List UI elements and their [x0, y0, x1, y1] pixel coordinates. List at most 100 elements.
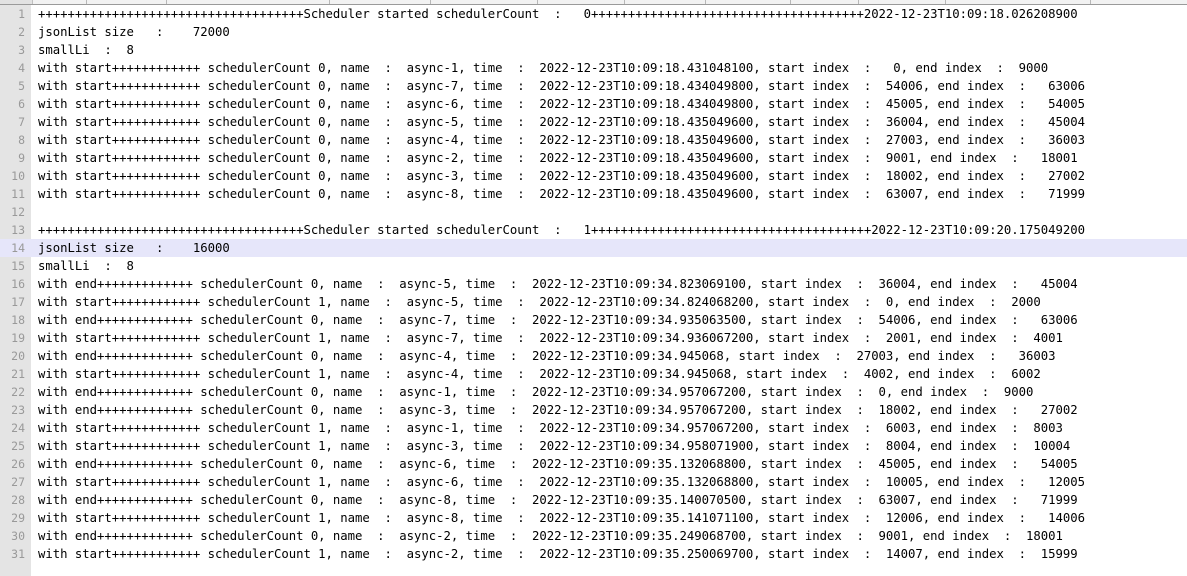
log-line-text: ++++++++++++++++++++++++++++++++++++Sche…	[38, 7, 1078, 21]
line-number: 2	[18, 25, 25, 39]
line-number: 29	[11, 511, 25, 525]
log-line[interactable]: 28 with end+++++++++++++ schedulerCount 0…	[0, 491, 1187, 509]
log-line-text: with end+++++++++++++ schedulerCount 0, …	[38, 313, 1078, 327]
line-number: 17	[11, 295, 25, 309]
line-number: 15	[11, 259, 25, 273]
line-number: 1	[18, 7, 25, 21]
log-line-text: with start++++++++++++ schedulerCount 1,…	[38, 547, 1078, 561]
line-number: 30	[11, 529, 25, 543]
log-line-text: with start++++++++++++ schedulerCount 1,…	[38, 511, 1086, 525]
toolbar-separator	[86, 0, 87, 4]
log-line[interactable]: 7 with start++++++++++++ schedulerCount 0…	[0, 113, 1187, 131]
log-line[interactable]: 16 with end+++++++++++++ schedulerCount 0…	[0, 275, 1187, 293]
log-line[interactable]: 24 with start++++++++++++ schedulerCount …	[0, 419, 1187, 437]
line-number: 21	[11, 367, 25, 381]
log-line[interactable]: 9 with start++++++++++++ schedulerCount 0…	[0, 149, 1187, 167]
toolbar-separator	[705, 0, 706, 4]
log-line[interactable]: 10 with start++++++++++++ schedulerCount …	[0, 167, 1187, 185]
line-number: 22	[11, 385, 25, 399]
log-line[interactable]: 4 with start++++++++++++ schedulerCount 0…	[0, 59, 1187, 77]
line-number: 20	[11, 349, 25, 363]
toolbar-separator	[329, 0, 330, 4]
log-line-text: with start++++++++++++ schedulerCount 0,…	[38, 169, 1086, 183]
line-number: 12	[11, 205, 25, 219]
log-line[interactable]: 15 smallLi : 8	[0, 257, 1187, 275]
line-number: 27	[11, 475, 25, 489]
log-line-text: with start++++++++++++ schedulerCount 1,…	[38, 331, 1063, 345]
line-number: 3	[18, 43, 25, 57]
log-line-text: with end+++++++++++++ schedulerCount 0, …	[38, 403, 1078, 417]
log-line[interactable]: 31 with start++++++++++++ schedulerCount …	[0, 545, 1187, 563]
line-number: 23	[11, 403, 25, 417]
log-line[interactable]: 30 with end+++++++++++++ schedulerCount 0…	[0, 527, 1187, 545]
log-line-text: with start++++++++++++ schedulerCount 0,…	[38, 151, 1078, 165]
log-line[interactable]: 17 with start++++++++++++ schedulerCount …	[0, 293, 1187, 311]
toolbar-separator	[166, 0, 167, 4]
line-number: 25	[11, 439, 25, 453]
log-line[interactable]: 6 with start++++++++++++ schedulerCount 0…	[0, 95, 1187, 113]
line-number: 7	[18, 115, 25, 129]
line-number: 13	[11, 223, 25, 237]
log-line-text: with start++++++++++++ schedulerCount 1,…	[38, 421, 1063, 435]
log-line[interactable]: 27 with start++++++++++++ schedulerCount …	[0, 473, 1187, 491]
line-number: 18	[11, 313, 25, 327]
line-number: 28	[11, 493, 25, 507]
log-line[interactable]: 11 with start++++++++++++ schedulerCount …	[0, 185, 1187, 203]
log-line[interactable]: 18 with end+++++++++++++ schedulerCount 0…	[0, 311, 1187, 329]
log-line[interactable]: 20 with end+++++++++++++ schedulerCount 0…	[0, 347, 1187, 365]
log-line[interactable]: 8 with start++++++++++++ schedulerCount 0…	[0, 131, 1187, 149]
line-number: 16	[11, 277, 25, 291]
log-line[interactable]: 26 with end+++++++++++++ schedulerCount 0…	[0, 455, 1187, 473]
log-line[interactable]: 1 ++++++++++++++++++++++++++++++++++++Sch…	[0, 5, 1187, 23]
log-line[interactable]: 14 jsonList size : 16000	[0, 239, 1187, 257]
log-line[interactable]: 25 with start++++++++++++ schedulerCount …	[0, 437, 1187, 455]
log-line-text: with start++++++++++++ schedulerCount 0,…	[38, 61, 1049, 75]
log-line[interactable]: 21 with start++++++++++++ schedulerCount …	[0, 365, 1187, 383]
line-number: 9	[18, 151, 25, 165]
log-line[interactable]: 22 with end+++++++++++++ schedulerCount 0…	[0, 383, 1187, 401]
log-line-list[interactable]: 1 ++++++++++++++++++++++++++++++++++++Sch…	[0, 5, 1187, 563]
log-line-text: with start++++++++++++ schedulerCount 0,…	[38, 79, 1086, 93]
log-line-text: smallLi : 8	[38, 259, 134, 273]
log-line-text: with start++++++++++++ schedulerCount 0,…	[38, 133, 1086, 147]
toolbar-separator	[858, 0, 859, 4]
log-line-text: with start++++++++++++ schedulerCount 0,…	[38, 187, 1086, 201]
log-line-text: jsonList size : 16000	[38, 241, 230, 255]
log-line[interactable]: 19 with start++++++++++++ schedulerCount …	[0, 329, 1187, 347]
toolbar-first-group[interactable]	[0, 0, 33, 4]
line-number: 31	[11, 547, 25, 561]
log-line[interactable]: 29 with start++++++++++++ schedulerCount …	[0, 509, 1187, 527]
log-line-text: with start++++++++++++ schedulerCount 0,…	[38, 115, 1086, 129]
log-line-text: with end+++++++++++++ schedulerCount 0, …	[38, 529, 1063, 543]
log-line-text: with start++++++++++++ schedulerCount 1,…	[38, 295, 1041, 309]
log-line-text: with start++++++++++++ schedulerCount 1,…	[38, 475, 1086, 489]
line-number: 14	[11, 241, 25, 255]
log-line-text: smallLi : 8	[38, 43, 134, 57]
toolbar-separator	[1090, 0, 1091, 4]
log-line[interactable]: 13 ++++++++++++++++++++++++++++++++++++Sc…	[0, 221, 1187, 239]
log-line[interactable]: 12	[0, 203, 1187, 221]
line-number: 10	[11, 169, 25, 183]
toolbar-separator	[537, 0, 538, 4]
log-line[interactable]: 3 smallLi : 8	[0, 41, 1187, 59]
log-editor-pane[interactable]: 1 ++++++++++++++++++++++++++++++++++++Sch…	[0, 5, 1187, 576]
line-number: 4	[18, 61, 25, 75]
log-line-text: with start++++++++++++ schedulerCount 1,…	[38, 439, 1071, 453]
log-line[interactable]: 5 with start++++++++++++ schedulerCount 0…	[0, 77, 1187, 95]
log-line-text: jsonList size : 72000	[38, 25, 230, 39]
log-line-text: with start++++++++++++ schedulerCount 1,…	[38, 367, 1041, 381]
line-number: 5	[18, 79, 25, 93]
log-line-text: with end+++++++++++++ schedulerCount 0, …	[38, 457, 1078, 471]
log-line-text: with start++++++++++++ schedulerCount 0,…	[38, 97, 1086, 111]
toolbar-separator	[790, 0, 791, 4]
line-number: 24	[11, 421, 25, 435]
toolbar-separator	[624, 0, 625, 4]
log-line-text: with end+++++++++++++ schedulerCount 0, …	[38, 277, 1078, 291]
toolbar-separator	[430, 0, 431, 4]
line-number: 6	[18, 97, 25, 111]
log-line[interactable]: 23 with end+++++++++++++ schedulerCount 0…	[0, 401, 1187, 419]
log-line[interactable]: 2 jsonList size : 72000	[0, 23, 1187, 41]
line-number: 19	[11, 331, 25, 345]
toolbar-separator	[945, 0, 946, 4]
log-line-text: with end+++++++++++++ schedulerCount 0, …	[38, 385, 1034, 399]
